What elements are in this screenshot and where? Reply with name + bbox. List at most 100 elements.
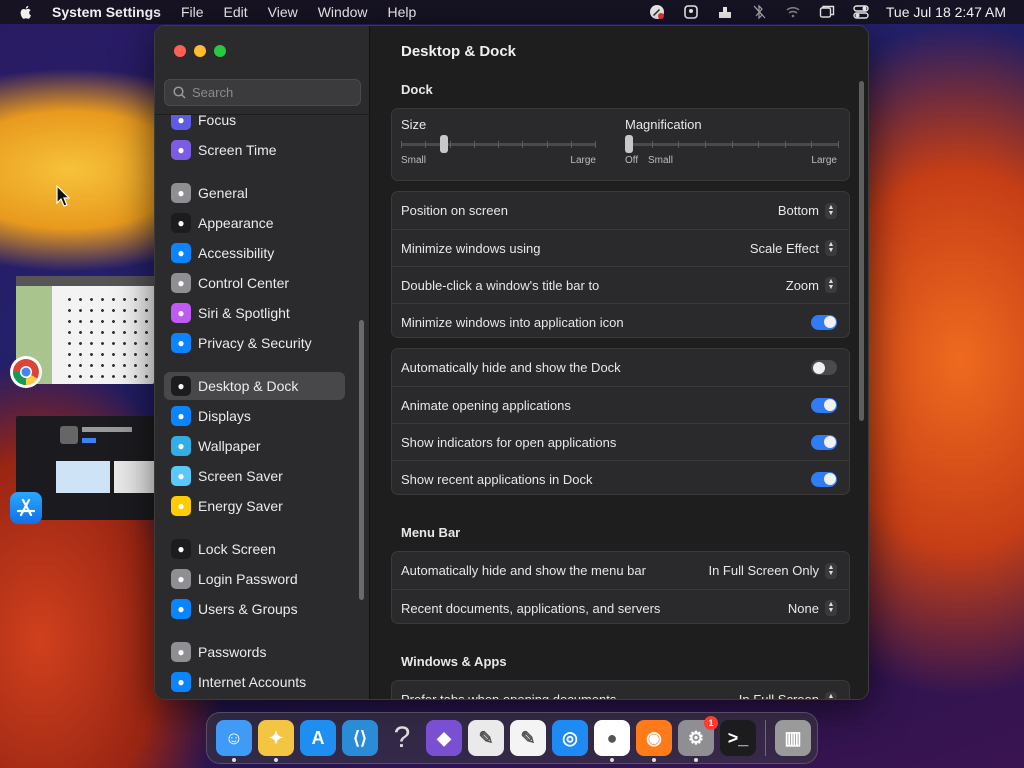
thumbnail-panel: [56, 461, 110, 493]
sidebar-item-screen-time[interactable]: ● Screen Time: [164, 136, 345, 164]
sidebar-item-accessibility[interactable]: ● Accessibility: [164, 239, 345, 267]
setting-label: Position on screen: [401, 203, 508, 218]
section-header-menu-bar: Menu Bar: [401, 525, 461, 540]
setting-label: Show indicators for open applications: [401, 434, 617, 450]
menu-extras: Tue Jul 18 2:47 AM: [640, 0, 1024, 24]
position-on-screen-popup[interactable]: Bottom ▲ ▼: [778, 202, 837, 219]
sidebar-item-lock-screen[interactable]: ● Lock Screen: [164, 535, 345, 563]
search-input[interactable]: [192, 85, 352, 100]
dock-icon: ●: [171, 376, 191, 396]
mouse-cursor-icon: [56, 184, 71, 212]
appstore-thumbnail-icon[interactable]: [10, 492, 42, 524]
sidebar-item-energy-saver[interactable]: ● Energy Saver: [164, 492, 345, 520]
sidebar-item-control-center[interactable]: ● Control Center: [164, 269, 345, 297]
share-status-icon[interactable]: [713, 0, 737, 24]
dock-script-editor-icon[interactable]: ✎: [468, 720, 504, 756]
sidebar-item-wallpaper[interactable]: ● Wallpaper: [164, 432, 345, 460]
dock-firefox-icon[interactable]: ◉: [636, 720, 672, 762]
menu-view[interactable]: View: [258, 4, 308, 20]
setting-row-automatically-hide-and-show-the-dock: Automatically hide and show the Dock: [392, 349, 849, 386]
sidebar-item-label: Login Password: [198, 571, 298, 587]
sidebar-item-login-password[interactable]: ● Login Password: [164, 565, 345, 593]
dock-finder-icon[interactable]: ☺: [216, 720, 252, 762]
setting-row-show-recent-applications-in-dock: Show recent applications in Dock: [392, 460, 849, 497]
sidebar-item-internet-accounts[interactable]: ● Internet Accounts: [164, 668, 345, 696]
sidebar-item-screen-saver[interactable]: ● Screen Saver: [164, 462, 345, 490]
sidebar-item-appearance[interactable]: ● Appearance: [164, 209, 345, 237]
bulb-icon: ●: [171, 496, 191, 516]
sidebar-item-desktop-dock[interactable]: ● Desktop & Dock: [164, 372, 345, 400]
menu-help[interactable]: Help: [378, 4, 427, 20]
dock-textedit-icon[interactable]: ✎: [510, 720, 546, 756]
menu-file[interactable]: File: [171, 4, 214, 20]
size-slider-label: Size: [401, 117, 427, 132]
control-center-icon[interactable]: [849, 0, 873, 24]
menu-clock[interactable]: Tue Jul 18 2:47 AM: [878, 4, 1024, 20]
menu-app-name[interactable]: System Settings: [48, 4, 171, 20]
dock-terminal-icon[interactable]: >_: [720, 720, 756, 756]
apple-icon[interactable]: [18, 4, 34, 20]
sidebar-item-general[interactable]: ● General: [164, 179, 345, 207]
close-button[interactable]: [174, 45, 186, 57]
sidebar-item-label: Privacy & Security: [198, 335, 312, 351]
search-field[interactable]: [164, 79, 361, 106]
sidebar-item-privacy-security[interactable]: ● Privacy & Security: [164, 329, 345, 357]
magnification-slider-label: Magnification: [625, 117, 702, 132]
minimize-button[interactable]: [194, 45, 206, 57]
sidebar-item-passwords[interactable]: ● Passwords: [164, 638, 345, 666]
setting-label: Show recent applications in Dock: [401, 471, 593, 487]
bluetooth-off-icon[interactable]: [747, 0, 771, 24]
pen-status-icon[interactable]: [645, 0, 669, 24]
menu-window[interactable]: Window: [308, 4, 378, 20]
show-indicators-for-open-applications-toggle[interactable]: [811, 434, 837, 450]
magnification-slider-thumb[interactable]: [625, 135, 633, 153]
dock-visual-studio-code-icon[interactable]: ⟨⟩: [342, 720, 378, 756]
window-controls: [174, 45, 226, 57]
popup-value: In Full Screen: [738, 692, 819, 700]
show-recent-applications-in-dock-toggle[interactable]: [811, 471, 837, 487]
thumbnail-button: [82, 438, 96, 443]
zoom-button[interactable]: [214, 45, 226, 57]
dock-google-chrome-icon[interactable]: ●: [594, 720, 630, 762]
setting-row-double-click-a-window-s-title-bar-to: Double-click a window's title bar to Zoom…: [392, 266, 849, 303]
dock-help-icon[interactable]: ?: [384, 720, 420, 756]
app-status-icon[interactable]: [679, 0, 703, 24]
notification-badge: 1: [704, 716, 718, 730]
chevron-up-down-icon: ▲▼: [825, 240, 837, 256]
magnification-off-label: Off: [625, 155, 639, 166]
dock-trash-icon[interactable]: ▥: [775, 720, 811, 756]
size-slider-thumb[interactable]: [439, 135, 448, 153]
wifi-off-icon[interactable]: [781, 0, 805, 24]
sidebar-item-focus[interactable]: ● Focus: [164, 115, 345, 134]
dock-app-store-icon[interactable]: A: [300, 720, 336, 756]
sidebar: ● Focus ● Screen Time ● General ● Appearance ● Ac…: [155, 26, 370, 699]
main-scrollbar[interactable]: [859, 81, 864, 421]
minimize-windows-into-application-icon-toggle[interactable]: [811, 314, 837, 330]
minimize-windows-using-popup[interactable]: Scale Effect ▲ ▼: [750, 240, 837, 256]
automatically-hide-and-show-the-dock-toggle[interactable]: [811, 360, 837, 375]
popup-value: In Full Screen Only: [708, 563, 819, 578]
chrome-thumbnail-icon[interactable]: [10, 356, 42, 388]
menu-edit[interactable]: Edit: [214, 4, 258, 20]
dock-safari-icon[interactable]: ◎: [552, 720, 588, 756]
sidebar-item-users-groups[interactable]: ● Users & Groups: [164, 595, 345, 623]
dock-cyberduck-icon[interactable]: ✦: [258, 720, 294, 762]
double-click-a-window-s-title-bar-to-popup[interactable]: Zoom ▲ ▼: [786, 277, 837, 293]
dock-visual-studio-icon[interactable]: ◆: [426, 720, 462, 756]
windows-icon[interactable]: [815, 0, 839, 24]
wallpaper-icon: ●: [171, 436, 191, 456]
setting-label: Double-click a window's title bar to: [401, 277, 600, 293]
magnification-slider-ticks: [625, 141, 839, 148]
sidebar-item-label: Internet Accounts: [198, 674, 307, 690]
dock-system-settings-icon[interactable]: ⚙ 1: [678, 716, 718, 762]
sidebar-item-displays[interactable]: ● Displays: [164, 402, 345, 430]
recent-documents-applications-and-servers-popup[interactable]: None ▲ ▼: [788, 600, 837, 616]
automatically-hide-and-show-the-menu-bar-popup[interactable]: In Full Screen Only ▲ ▼: [708, 562, 837, 579]
animate-opening-applications-toggle[interactable]: [811, 397, 837, 413]
chevron-up-down-icon: ▲▼: [825, 691, 837, 699]
sidebar-item-siri-spotlight[interactable]: ● Siri & Spotlight: [164, 299, 345, 327]
sidebar-scrollbar[interactable]: [359, 320, 364, 600]
running-indicator: [652, 758, 656, 762]
chevron-up-down-icon: ▲▼: [825, 277, 837, 293]
prefer-tabs-when-opening-documents-popup[interactable]: In Full Screen ▲▼: [738, 691, 837, 700]
